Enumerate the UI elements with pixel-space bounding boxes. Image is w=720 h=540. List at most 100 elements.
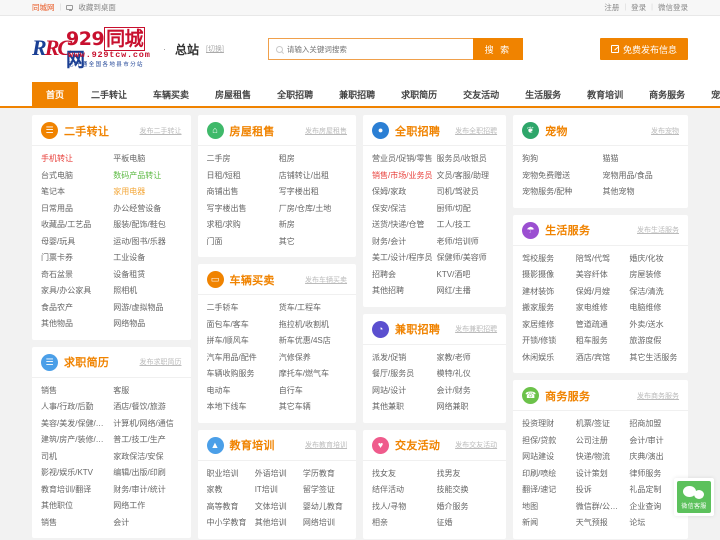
category-link[interactable]: 会计 xyxy=(113,515,181,532)
post-link-resume[interactable]: 发布求职简历 xyxy=(140,357,182,367)
category-link[interactable]: 编辑/出版/印刷 xyxy=(113,465,181,482)
category-link[interactable]: 工人/技工 xyxy=(437,217,498,234)
category-link[interactable]: 二手轿车 xyxy=(207,300,275,317)
category-link[interactable]: KTV/酒吧 xyxy=(437,267,498,284)
category-link[interactable]: 租房 xyxy=(279,151,347,168)
category-link[interactable]: 汽修保养 xyxy=(279,350,347,367)
post-link-pets[interactable]: 发布宠物 xyxy=(651,126,679,136)
post-link-fulltime[interactable]: 发布全职招聘 xyxy=(455,126,497,136)
category-link[interactable]: 陪驾/代驾 xyxy=(576,251,626,268)
category-link[interactable]: 保健师/美容师 xyxy=(437,250,498,267)
category-link[interactable]: 高等教育 xyxy=(207,499,251,516)
category-link[interactable]: 新房 xyxy=(279,217,347,234)
nav-item-1[interactable]: 二手转让 xyxy=(78,82,140,106)
category-link[interactable]: 模特/礼仪 xyxy=(437,366,498,383)
category-link[interactable]: 礼品定制 xyxy=(629,482,679,499)
category-link[interactable]: 手机转让 xyxy=(41,151,109,168)
category-link[interactable]: 笔记本 xyxy=(41,184,109,201)
category-link[interactable]: 留学签证 xyxy=(303,482,347,499)
category-link[interactable]: 其它 xyxy=(279,234,347,251)
category-link[interactable]: 服务员/收银员 xyxy=(437,151,498,168)
category-link[interactable]: 服装/配饰/鞋包 xyxy=(113,217,181,234)
category-link[interactable]: 照相机 xyxy=(113,283,181,300)
category-link[interactable]: IT培训 xyxy=(255,482,299,499)
category-link[interactable]: 销售 xyxy=(41,515,109,532)
category-link[interactable]: 销售 xyxy=(41,383,109,400)
category-link[interactable]: 外卖/送水 xyxy=(629,317,679,334)
category-link[interactable]: 酒店/宾馆 xyxy=(576,350,626,367)
category-link[interactable]: 招聘会 xyxy=(372,267,433,284)
category-link[interactable]: 门面 xyxy=(207,234,275,251)
category-link[interactable]: 地图 xyxy=(522,499,572,516)
category-link[interactable]: 网站建设 xyxy=(522,449,572,466)
category-link[interactable]: 人事/行政/后勤 xyxy=(41,399,109,416)
nav-item-5[interactable]: 兼职招聘 xyxy=(326,82,388,106)
category-link[interactable]: 营业员/促销/零售 xyxy=(372,151,433,168)
category-link[interactable]: 其他招聘 xyxy=(372,283,433,300)
category-link[interactable]: 家教/老师 xyxy=(437,350,498,367)
category-link[interactable]: 开锁/修锁 xyxy=(522,333,572,350)
category-link[interactable]: 运动/图书/乐器 xyxy=(113,234,181,251)
category-link[interactable]: 写字楼出售 xyxy=(207,201,275,218)
category-link[interactable]: 台式电脑 xyxy=(41,168,109,185)
category-link[interactable]: 职业培训 xyxy=(207,466,251,483)
category-link[interactable]: 征婚 xyxy=(437,515,498,532)
category-link[interactable]: 老师/培训师 xyxy=(437,234,498,251)
category-link[interactable]: 家政保洁/安保 xyxy=(113,449,181,466)
search-button[interactable]: 搜 索 xyxy=(472,38,523,60)
category-link[interactable]: 中小学教育 xyxy=(207,515,251,532)
category-link[interactable]: 教育培训/翻译 xyxy=(41,482,109,499)
category-link[interactable]: 数码产品转让 xyxy=(113,168,181,185)
category-link[interactable]: 找男友 xyxy=(437,466,498,483)
category-link[interactable]: 设计策划 xyxy=(576,466,626,483)
nav-item-3[interactable]: 房屋租售 xyxy=(202,82,264,106)
category-link[interactable]: 派发/促销 xyxy=(372,350,433,367)
post-link-housing[interactable]: 发布房屋租售 xyxy=(305,126,347,136)
category-link[interactable]: 网站/设计 xyxy=(372,383,433,400)
topbar-site-link[interactable]: 同城网 xyxy=(32,2,55,13)
category-link[interactable]: 其他宠物 xyxy=(603,184,679,201)
post-link-vehicle[interactable]: 发布车辆买卖 xyxy=(305,275,347,285)
category-link[interactable]: 其他兼职 xyxy=(372,399,433,416)
category-link[interactable]: 拼车/顺风车 xyxy=(207,333,275,350)
category-link[interactable]: 司机 xyxy=(41,449,109,466)
category-link[interactable]: 二手房 xyxy=(207,151,275,168)
category-link[interactable]: 旅游度假 xyxy=(629,333,679,350)
category-link[interactable]: 网络培训 xyxy=(303,515,347,532)
category-link[interactable]: 美容/美发/保健/健身 xyxy=(41,416,109,433)
category-link[interactable]: 母婴/玩具 xyxy=(41,234,109,251)
category-link[interactable]: 担保/贷款 xyxy=(522,433,572,450)
category-link[interactable]: 律师服务 xyxy=(629,466,679,483)
nav-item-11[interactable]: 宠物 xyxy=(698,82,720,106)
category-link[interactable]: 翻译/速记 xyxy=(522,482,572,499)
category-link[interactable]: 影视/娱乐/KTV xyxy=(41,465,109,482)
publish-free-info-button[interactable]: 免费发布信息 xyxy=(599,38,688,60)
category-link[interactable]: 财务/审计/统计 xyxy=(113,482,181,499)
logo-area[interactable]: RRC 929 同城网 www.929tcw.com 已开通全国各地县市分站 · … xyxy=(32,27,224,71)
category-link[interactable]: 货车/工程车 xyxy=(279,300,347,317)
category-link[interactable]: 车辆收购服务 xyxy=(207,366,275,383)
category-link[interactable]: 家电维修 xyxy=(576,300,626,317)
category-link[interactable]: 网游/虚拟物品 xyxy=(113,300,181,317)
post-link-secondhand[interactable]: 发布二手转让 xyxy=(140,126,182,136)
category-link[interactable]: 驾校服务 xyxy=(522,251,572,268)
category-link[interactable]: 搬家服务 xyxy=(522,300,572,317)
category-link[interactable]: 建材装饰 xyxy=(522,284,572,301)
category-link[interactable]: 投资理财 xyxy=(522,416,572,433)
category-link[interactable]: 厂房/仓库/土地 xyxy=(279,201,347,218)
category-link[interactable]: 日租/短租 xyxy=(207,168,275,185)
category-link[interactable]: 印刷/喷绘 xyxy=(522,466,572,483)
nav-item-8[interactable]: 生活服务 xyxy=(512,82,574,106)
post-link-lifeservice[interactable]: 发布生活服务 xyxy=(637,225,679,235)
category-link[interactable]: 其他培训 xyxy=(255,515,299,532)
category-link[interactable]: 摩托车/燃气车 xyxy=(279,366,347,383)
category-link[interactable]: 设备租赁 xyxy=(113,267,181,284)
category-link[interactable]: 写字楼出租 xyxy=(279,184,347,201)
category-link[interactable]: 结伴活动 xyxy=(372,482,433,499)
category-link[interactable]: 求租/求购 xyxy=(207,217,275,234)
post-link-dating[interactable]: 发布交友活动 xyxy=(455,440,497,450)
category-link[interactable]: 婴幼儿教育 xyxy=(303,499,347,516)
category-link[interactable]: 学历教育 xyxy=(303,466,347,483)
category-link[interactable]: 找人/寻物 xyxy=(372,499,433,516)
category-link[interactable]: 保姆/家政 xyxy=(372,184,433,201)
